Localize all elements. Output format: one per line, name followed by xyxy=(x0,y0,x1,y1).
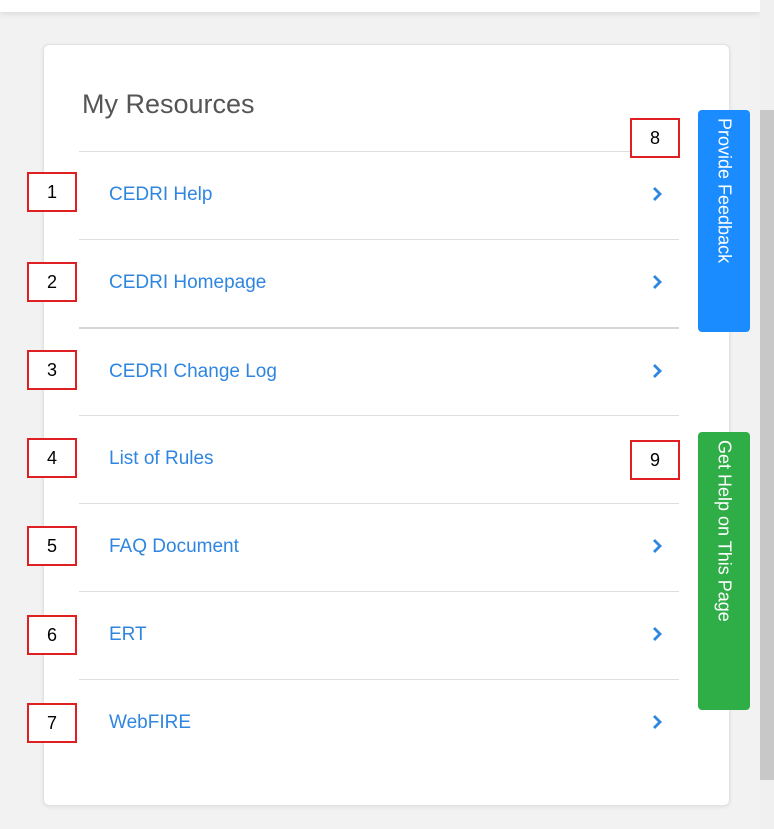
cedri-change-log-link[interactable]: CEDRI Change Log xyxy=(109,329,277,415)
panel-title: My Resources xyxy=(82,89,255,119)
list-item: WebFIRE xyxy=(79,679,679,767)
chevron-right-icon[interactable] xyxy=(652,187,662,201)
list-item: CEDRI Change Log xyxy=(79,327,679,415)
cedri-help-link[interactable]: CEDRI Help xyxy=(109,152,212,238)
faq-document-link[interactable]: FAQ Document xyxy=(109,504,239,590)
cedri-homepage-link[interactable]: CEDRI Homepage xyxy=(109,240,266,326)
list-item: CEDRI Homepage xyxy=(79,239,679,327)
list-item: FAQ Document xyxy=(79,503,679,591)
list-of-rules-link[interactable]: List of Rules xyxy=(109,416,214,502)
list-item: List of Rules xyxy=(79,415,679,503)
page-top-bar xyxy=(0,0,760,12)
provide-feedback-label: Provide Feedback xyxy=(714,118,735,264)
my-resources-panel: My Resources CEDRI Help CEDRI Homepage C… xyxy=(43,44,730,806)
marker-4: 4 xyxy=(27,438,77,478)
chevron-right-icon[interactable] xyxy=(652,715,662,729)
chevron-right-icon[interactable] xyxy=(652,364,662,378)
list-item: ERT xyxy=(79,591,679,679)
get-help-tab[interactable]: Get Help on This Page xyxy=(698,432,750,710)
marker-6: 6 xyxy=(27,615,77,655)
marker-8: 8 xyxy=(630,118,680,158)
provide-feedback-tab[interactable]: Provide Feedback xyxy=(698,110,750,332)
resource-list: CEDRI Help CEDRI Homepage CEDRI Change L… xyxy=(79,151,679,767)
scrollbar-thumb[interactable] xyxy=(760,110,774,780)
marker-9: 9 xyxy=(630,440,680,480)
marker-7: 7 xyxy=(27,703,77,743)
marker-1: 1 xyxy=(27,172,77,212)
get-help-label: Get Help on This Page xyxy=(714,440,735,622)
chevron-right-icon[interactable] xyxy=(652,275,662,289)
webfire-link[interactable]: WebFIRE xyxy=(109,680,191,766)
chevron-right-icon[interactable] xyxy=(652,539,662,553)
ert-link[interactable]: ERT xyxy=(109,592,147,678)
list-item: CEDRI Help xyxy=(79,151,679,239)
marker-3: 3 xyxy=(27,350,77,390)
chevron-right-icon[interactable] xyxy=(652,627,662,641)
marker-2: 2 xyxy=(27,262,77,302)
marker-5: 5 xyxy=(27,526,77,566)
